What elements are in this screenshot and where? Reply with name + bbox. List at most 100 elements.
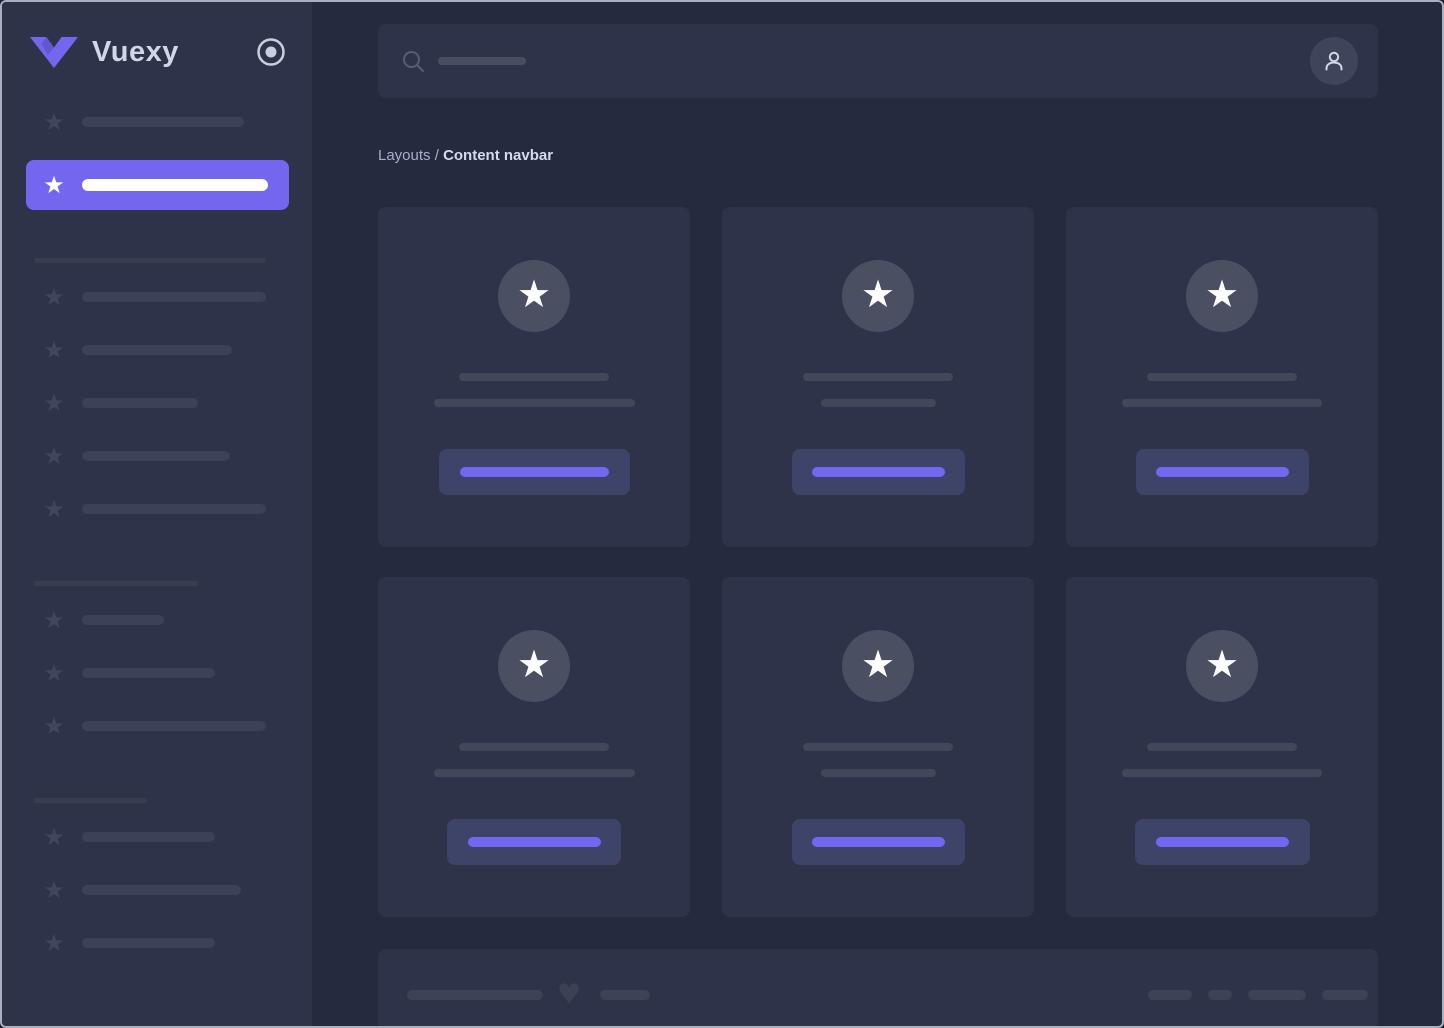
- card-subtitle-bar: [1122, 769, 1322, 777]
- card-grid: ★ ★ ★ ★ ★ ★: [378, 207, 1378, 917]
- sidebar-item[interactable]: ★: [2, 388, 312, 418]
- star-icon: ★: [42, 335, 66, 365]
- main-content: Layouts / Content navbar ★ ★ ★ ★ ★ ★ ♥: [312, 2, 1444, 1026]
- footer-right: [1148, 983, 1368, 1007]
- footer-text-bar: [600, 990, 650, 1000]
- breadcrumb-parent[interactable]: Layouts: [378, 147, 431, 164]
- sidebar-item-label-bar: [82, 938, 215, 948]
- card-button-label-bar: [812, 837, 945, 847]
- sidebar-item-label-bar: [82, 504, 266, 514]
- vuexy-logo-icon: [30, 37, 78, 68]
- card-icon-circle: ★: [1186, 630, 1258, 702]
- card-button-label-bar: [812, 467, 945, 477]
- card-icon-circle: ★: [498, 260, 570, 332]
- sidebar-item-label-bar: [82, 721, 266, 731]
- breadcrumb: Layouts / Content navbar: [378, 147, 1378, 164]
- sidebar-item[interactable]: ★: [2, 658, 312, 688]
- sidebar-item[interactable]: ★: [2, 605, 312, 635]
- sidebar-item[interactable]: ★: [2, 494, 312, 524]
- card-button[interactable]: [792, 449, 965, 495]
- feature-card: ★: [1066, 207, 1378, 547]
- sidebar: Vuexy ★ ★ ★ ★ ★ ★ ★ ★ ★ ★ ★ ★ ★: [2, 2, 312, 1026]
- card-title-bar: [459, 373, 609, 381]
- star-icon: ★: [42, 107, 66, 137]
- top-navbar: [378, 24, 1378, 98]
- star-icon: ★: [861, 258, 895, 330]
- star-icon: ★: [861, 628, 895, 700]
- sidebar-item[interactable]: ★: [2, 107, 312, 137]
- card-button[interactable]: [447, 819, 621, 865]
- star-icon: ★: [1205, 628, 1239, 700]
- app-window: Vuexy ★★★★★★★★★★★★★ Layouts / Conten: [0, 0, 1444, 1028]
- sidebar-item[interactable]: ★: [2, 928, 312, 958]
- star-icon: ★: [42, 875, 66, 905]
- card-subtitle-bar: [1122, 399, 1322, 407]
- card-title-bar: [1147, 373, 1297, 381]
- feature-card: ★: [1066, 577, 1378, 917]
- sidebar-pin-toggle-icon[interactable]: [256, 37, 286, 67]
- footer-link-bar: [1208, 990, 1232, 1000]
- sidebar-item-label-bar: [82, 398, 198, 408]
- user-icon: [1321, 48, 1347, 74]
- heart-icon: ♥: [557, 983, 581, 1007]
- star-icon: ★: [517, 258, 551, 330]
- sidebar-item[interactable]: ★: [2, 822, 312, 852]
- star-icon: ★: [42, 711, 66, 741]
- card-title-bar: [459, 743, 609, 751]
- sidebar-section-divider: [34, 258, 266, 263]
- breadcrumb-separator: /: [431, 147, 444, 164]
- breadcrumb-current: Content navbar: [443, 147, 553, 164]
- star-icon: ★: [42, 928, 66, 958]
- star-icon: ★: [42, 441, 66, 471]
- star-icon: ★: [42, 388, 66, 418]
- card-icon-circle: ★: [498, 630, 570, 702]
- search-icon[interactable]: [402, 50, 425, 73]
- card-icon-circle: ★: [1186, 260, 1258, 332]
- sidebar-item-label-bar: [82, 451, 230, 461]
- sidebar-item[interactable]: ★: [2, 711, 312, 741]
- star-icon: ★: [42, 822, 66, 852]
- star-icon: ★: [42, 494, 66, 524]
- card-subtitle-bar: [434, 769, 635, 777]
- card-subtitle-bar: [434, 399, 635, 407]
- footer-link-bar: [1248, 990, 1306, 1000]
- star-icon: ★: [42, 170, 66, 200]
- feature-card: ★: [722, 207, 1034, 547]
- footer-text-bar: [407, 990, 543, 1000]
- brand-name: Vuexy: [92, 36, 179, 69]
- sidebar-item-label-bar: [82, 885, 241, 895]
- card-title-bar: [803, 373, 953, 381]
- sidebar-item-label-bar: [82, 832, 215, 842]
- card-title-bar: [1147, 743, 1297, 751]
- card-button-label-bar: [1156, 467, 1289, 477]
- card-title-bar: [803, 743, 953, 751]
- sidebar-item-label-bar: [82, 292, 266, 302]
- sidebar-section-divider: [34, 798, 147, 803]
- search-placeholder-bar[interactable]: [438, 57, 526, 65]
- card-subtitle-bar: [821, 399, 936, 407]
- card-icon-circle: ★: [842, 260, 914, 332]
- footer-link-bar: [1322, 990, 1368, 1000]
- card-button[interactable]: [792, 819, 965, 865]
- card-subtitle-bar: [821, 769, 936, 777]
- user-avatar-button[interactable]: [1310, 37, 1358, 85]
- sidebar-item[interactable]: ★: [2, 335, 312, 365]
- sidebar-header: Vuexy: [2, 30, 312, 74]
- card-button-label-bar: [1156, 837, 1289, 847]
- star-icon: ★: [517, 628, 551, 700]
- card-button[interactable]: [1135, 819, 1310, 865]
- sidebar-item[interactable]: ★: [2, 441, 312, 471]
- sidebar-nav: ★ ★ ★ ★ ★ ★ ★ ★ ★ ★ ★ ★ ★: [2, 107, 312, 958]
- card-button[interactable]: [439, 449, 630, 495]
- sidebar-item-label-bar: [82, 117, 244, 127]
- card-button[interactable]: [1136, 449, 1309, 495]
- card-button-label-bar: [468, 837, 601, 847]
- sidebar-item-active[interactable]: ★: [26, 160, 289, 210]
- card-icon-circle: ★: [842, 630, 914, 702]
- sidebar-item-label-bar: [82, 179, 268, 191]
- sidebar-section-divider: [34, 581, 198, 586]
- sidebar-item[interactable]: ★: [2, 282, 312, 312]
- sidebar-item[interactable]: ★: [2, 875, 312, 905]
- card-button-label-bar: [460, 467, 609, 477]
- feature-card: ★: [378, 577, 690, 917]
